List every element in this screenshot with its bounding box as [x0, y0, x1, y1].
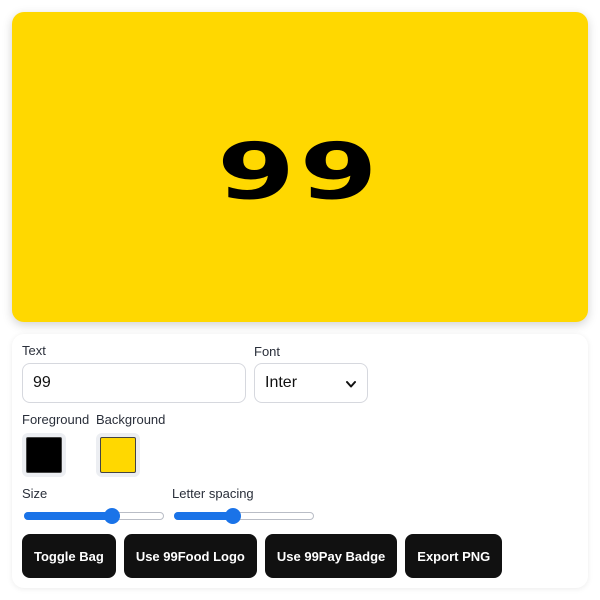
letter-spacing-slider-fill: [174, 512, 233, 520]
letter-spacing-slider[interactable]: [174, 507, 314, 525]
size-slider-thumb[interactable]: [104, 508, 121, 524]
chevron-down-icon: [345, 377, 357, 389]
use-99food-logo-button[interactable]: Use 99Food Logo: [123, 534, 257, 578]
font-label: Font: [254, 344, 281, 359]
font-select-value: Inter: [265, 374, 298, 391]
text-label: Text: [22, 343, 46, 358]
controls-panel: Text Font Inter Foreground Background Si…: [12, 334, 588, 588]
toggle-bag-button[interactable]: Toggle Bag: [22, 534, 116, 578]
letter-spacing-label: Letter spacing: [172, 486, 254, 501]
background-swatch: [100, 437, 136, 473]
preview-text: 99: [217, 125, 383, 218]
font-select[interactable]: Inter: [254, 363, 368, 403]
action-buttons: Toggle Bag Use 99Food Logo Use 99Pay Bad…: [22, 534, 503, 578]
size-slider[interactable]: [24, 507, 164, 525]
size-label: Size: [22, 486, 48, 501]
foreground-label: Foreground: [22, 412, 90, 427]
foreground-color-picker[interactable]: [22, 433, 66, 477]
background-color-picker[interactable]: [96, 433, 140, 477]
use-99pay-badge-button[interactable]: Use 99Pay Badge: [264, 534, 398, 578]
letter-spacing-slider-thumb[interactable]: [224, 508, 241, 524]
background-label: Background: [96, 412, 166, 427]
export-png-button[interactable]: Export PNG: [405, 534, 503, 578]
logo-preview: 99: [12, 12, 588, 322]
text-input[interactable]: [22, 363, 246, 403]
foreground-swatch: [26, 437, 62, 473]
size-slider-fill: [24, 512, 113, 520]
